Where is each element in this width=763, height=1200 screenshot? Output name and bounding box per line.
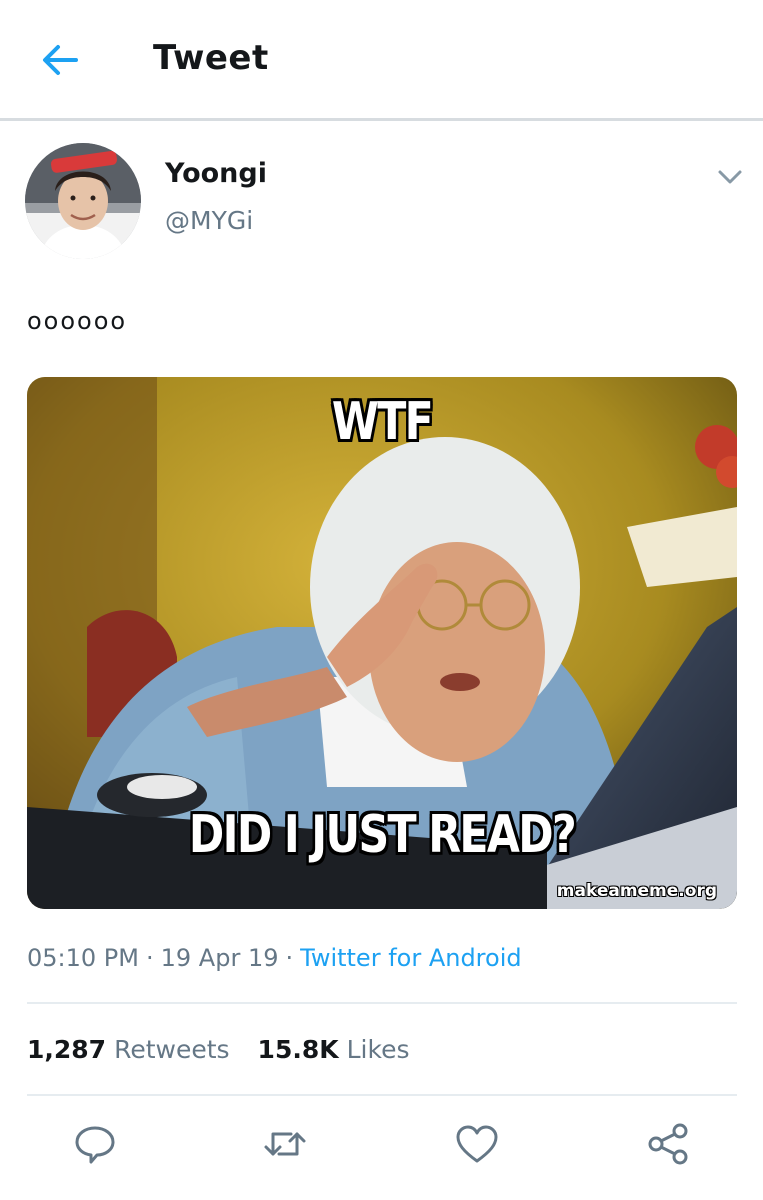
header-divider <box>0 118 763 121</box>
top-bar: Tweet <box>0 0 763 118</box>
tweet-source-link[interactable]: Twitter for Android <box>300 944 521 972</box>
avatar-image <box>25 143 141 259</box>
author-display-name[interactable]: Yoongi <box>165 158 267 189</box>
separator-dot: · <box>145 944 154 972</box>
share-button[interactable] <box>644 1120 692 1168</box>
tweet-media[interactable]: WTF DID I JUST READ? makeameme.org <box>27 377 737 909</box>
likes-label: Likes <box>346 1035 410 1064</box>
likes-count: 15.8K <box>257 1035 339 1064</box>
stats-divider <box>27 1094 737 1096</box>
likes-stat[interactable]: 15.8K Likes <box>258 1035 410 1064</box>
retweets-count: 1,287 <box>27 1035 107 1064</box>
share-icon <box>648 1123 688 1165</box>
retweet-icon <box>264 1132 306 1156</box>
meme-watermark: makeameme.org <box>556 881 717 901</box>
tweet-date: 19 Apr 19 <box>160 944 279 972</box>
reply-icon <box>75 1126 115 1164</box>
separator-dot: · <box>285 944 294 972</box>
arrow-left-icon <box>43 45 78 75</box>
like-button[interactable] <box>453 1120 501 1168</box>
meme-top-text: WTF <box>331 392 434 452</box>
author-handle[interactable]: @MYGi <box>165 206 253 235</box>
meme-bottom-text: DID I JUST READ? <box>188 805 577 865</box>
chevron-down-icon <box>718 170 742 184</box>
retweets-label: Retweets <box>114 1035 230 1064</box>
back-button[interactable] <box>38 40 82 80</box>
avatar[interactable] <box>25 143 141 259</box>
tweet-stats: 1,287 Retweets 15.8K Likes <box>27 1035 409 1064</box>
meta-divider <box>27 1002 737 1004</box>
tweet-meta: 05:10 PM · 19 Apr 19 · Twitter for Android <box>27 944 522 972</box>
tweet-text: oooooo <box>27 307 128 335</box>
retweet-button[interactable] <box>261 1120 309 1168</box>
retweets-stat[interactable]: 1,287 Retweets <box>27 1035 230 1064</box>
tweet-time: 05:10 PM <box>27 944 139 972</box>
reply-button[interactable] <box>71 1120 119 1168</box>
like-icon <box>456 1125 498 1163</box>
page-title: Tweet <box>153 38 269 78</box>
more-options-button[interactable] <box>712 162 748 192</box>
